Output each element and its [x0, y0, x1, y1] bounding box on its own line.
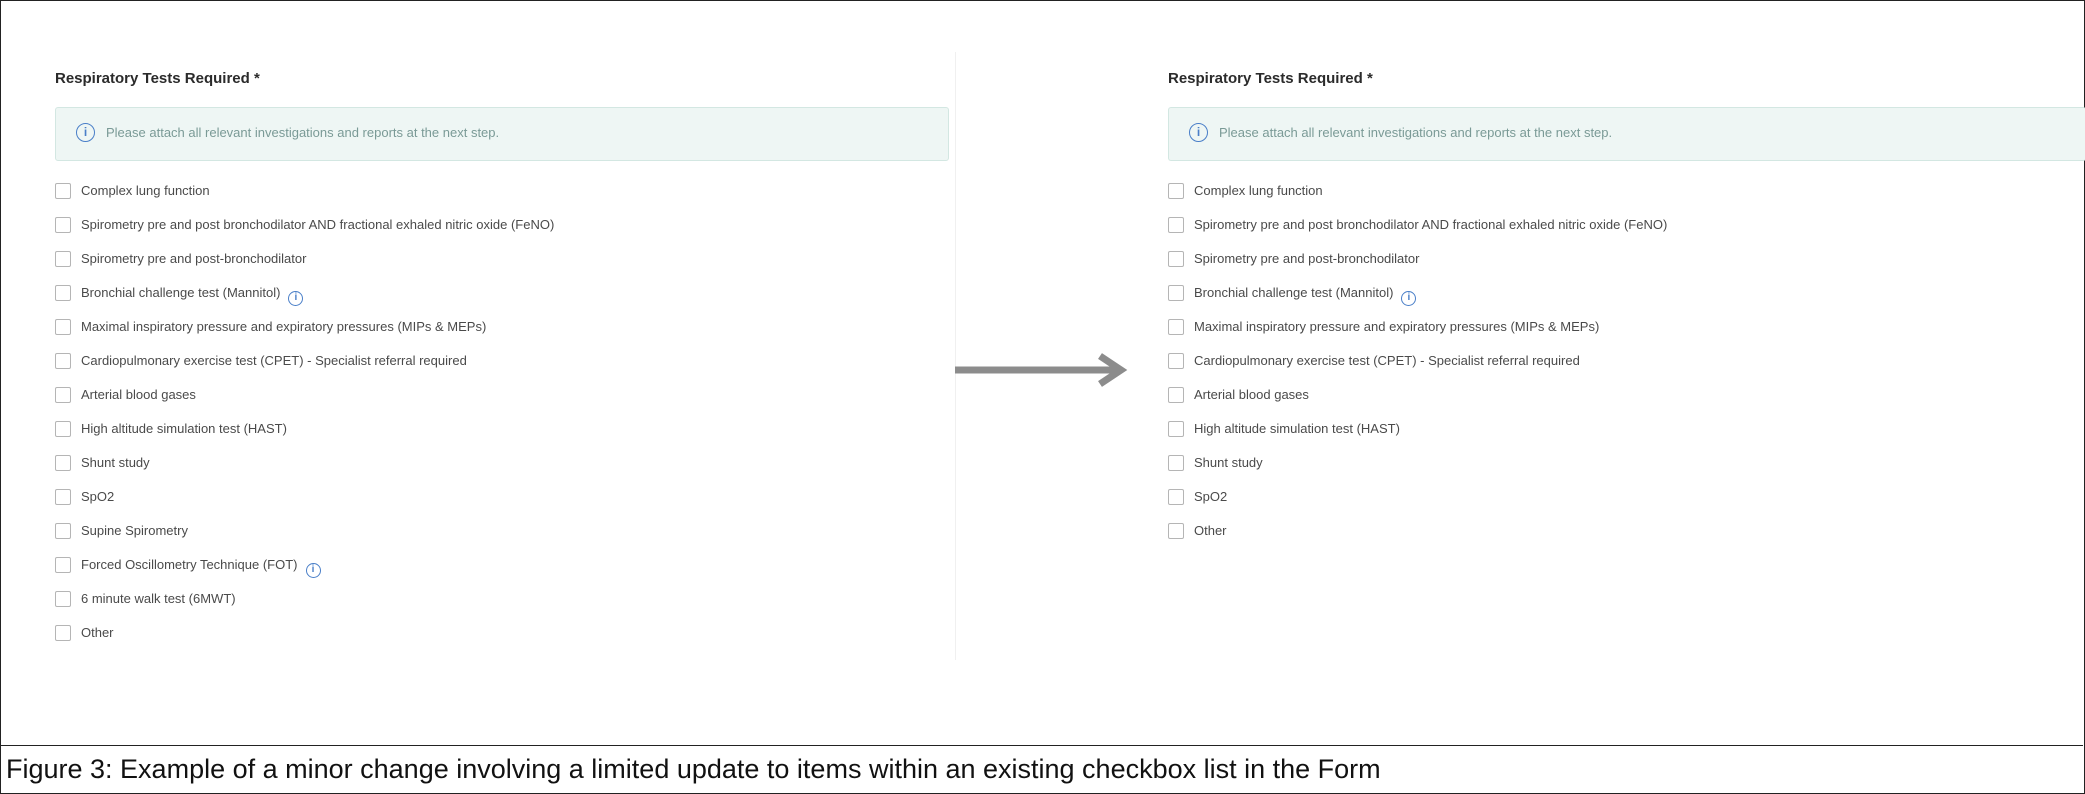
checkbox[interactable]	[55, 591, 71, 607]
checkbox-label: Spirometry pre and post bronchodilator A…	[1194, 217, 1668, 232]
arrow-right-icon	[955, 353, 1128, 387]
checkbox-label: High altitude simulation test (HAST)	[81, 421, 287, 436]
checkbox[interactable]	[55, 455, 71, 471]
checkbox[interactable]	[55, 183, 71, 199]
checkbox-label: Spirometry pre and post bronchodilator A…	[81, 217, 555, 232]
checkbox-label: Other	[81, 625, 114, 640]
checkbox-label: Bronchial challenge test (Mannitol) i	[81, 285, 304, 306]
checkbox[interactable]	[1168, 319, 1184, 335]
form-after-panel: Respiratory Tests Required * i Please at…	[1168, 52, 2085, 539]
checkbox-label: Shunt study	[81, 455, 150, 470]
checkbox[interactable]	[1168, 421, 1184, 437]
figure-caption: Figure 3: Example of a minor change invo…	[6, 754, 1381, 784]
checkbox-label: Bronchial challenge test (Mannitol) i	[1194, 285, 1417, 306]
checkbox-label: Shunt study	[1194, 455, 1263, 470]
checkbox[interactable]	[55, 251, 71, 267]
checkbox-label: Arterial blood gases	[1194, 387, 1309, 402]
checkbox[interactable]	[55, 319, 71, 335]
checkbox[interactable]	[1168, 353, 1184, 369]
checkbox-label: SpO2	[1194, 489, 1228, 504]
checkbox[interactable]	[1168, 217, 1184, 233]
checkbox-label: Complex lung function	[1194, 183, 1323, 198]
checkbox[interactable]	[55, 489, 71, 505]
info-banner-text: Please attach all relevant investigation…	[106, 125, 500, 140]
info-icon: i	[1189, 123, 1208, 142]
checkbox-label: Forced Oscillometry Technique (FOT) i	[81, 557, 321, 578]
checkbox[interactable]	[55, 217, 71, 233]
info-icon: i	[76, 123, 95, 142]
checkbox-label: Spirometry pre and post-bronchodilator	[1194, 251, 1420, 266]
checkbox[interactable]	[55, 387, 71, 403]
checkbox-label: Maximal inspiratory pressure and expirat…	[1194, 319, 1600, 334]
checkbox-label: Maximal inspiratory pressure and expirat…	[81, 319, 487, 334]
info-icon[interactable]: i	[288, 291, 304, 306]
checkbox[interactable]	[55, 557, 71, 573]
checkbox[interactable]	[1168, 489, 1184, 505]
checkbox-label: SpO2	[81, 489, 115, 504]
checkbox[interactable]	[1168, 251, 1184, 267]
checkbox-label: Supine Spirometry	[81, 523, 188, 538]
checkbox[interactable]	[55, 353, 71, 369]
checkbox-label: Other	[1194, 523, 1227, 538]
checkbox-label: Complex lung function	[81, 183, 210, 198]
section-title: Respiratory Tests Required *	[1168, 70, 1373, 87]
checkbox[interactable]	[55, 625, 71, 641]
info-banner-text: Please attach all relevant investigation…	[1219, 125, 1613, 140]
checkbox[interactable]	[1168, 285, 1184, 301]
checkbox-label: 6 minute walk test (6MWT)	[81, 591, 236, 606]
checkbox-label: High altitude simulation test (HAST)	[1194, 421, 1400, 436]
checkbox-label: Arterial blood gases	[81, 387, 196, 402]
info-icon[interactable]: i	[305, 563, 321, 578]
caption-row: Figure 3: Example of a minor change invo…	[0, 745, 2083, 793]
checkbox-label: Spirometry pre and post-bronchodilator	[81, 251, 307, 266]
section-title: Respiratory Tests Required *	[55, 70, 260, 87]
info-banner: i Please attach all relevant investigati…	[1168, 107, 2085, 161]
checkbox-label: Cardiopulmonary exercise test (CPET) - S…	[81, 353, 467, 368]
checkbox[interactable]	[55, 523, 71, 539]
form-before-panel: Respiratory Tests Required * i Please at…	[55, 52, 955, 660]
checkbox[interactable]	[1168, 455, 1184, 471]
checkbox[interactable]	[1168, 183, 1184, 199]
checkbox-label: Cardiopulmonary exercise test (CPET) - S…	[1194, 353, 1580, 368]
checkbox[interactable]	[55, 421, 71, 437]
checkbox[interactable]	[55, 285, 71, 301]
info-icon[interactable]: i	[1401, 291, 1417, 306]
info-banner: i Please attach all relevant investigati…	[55, 107, 949, 161]
checkbox[interactable]	[1168, 523, 1184, 539]
checkbox[interactable]	[1168, 387, 1184, 403]
